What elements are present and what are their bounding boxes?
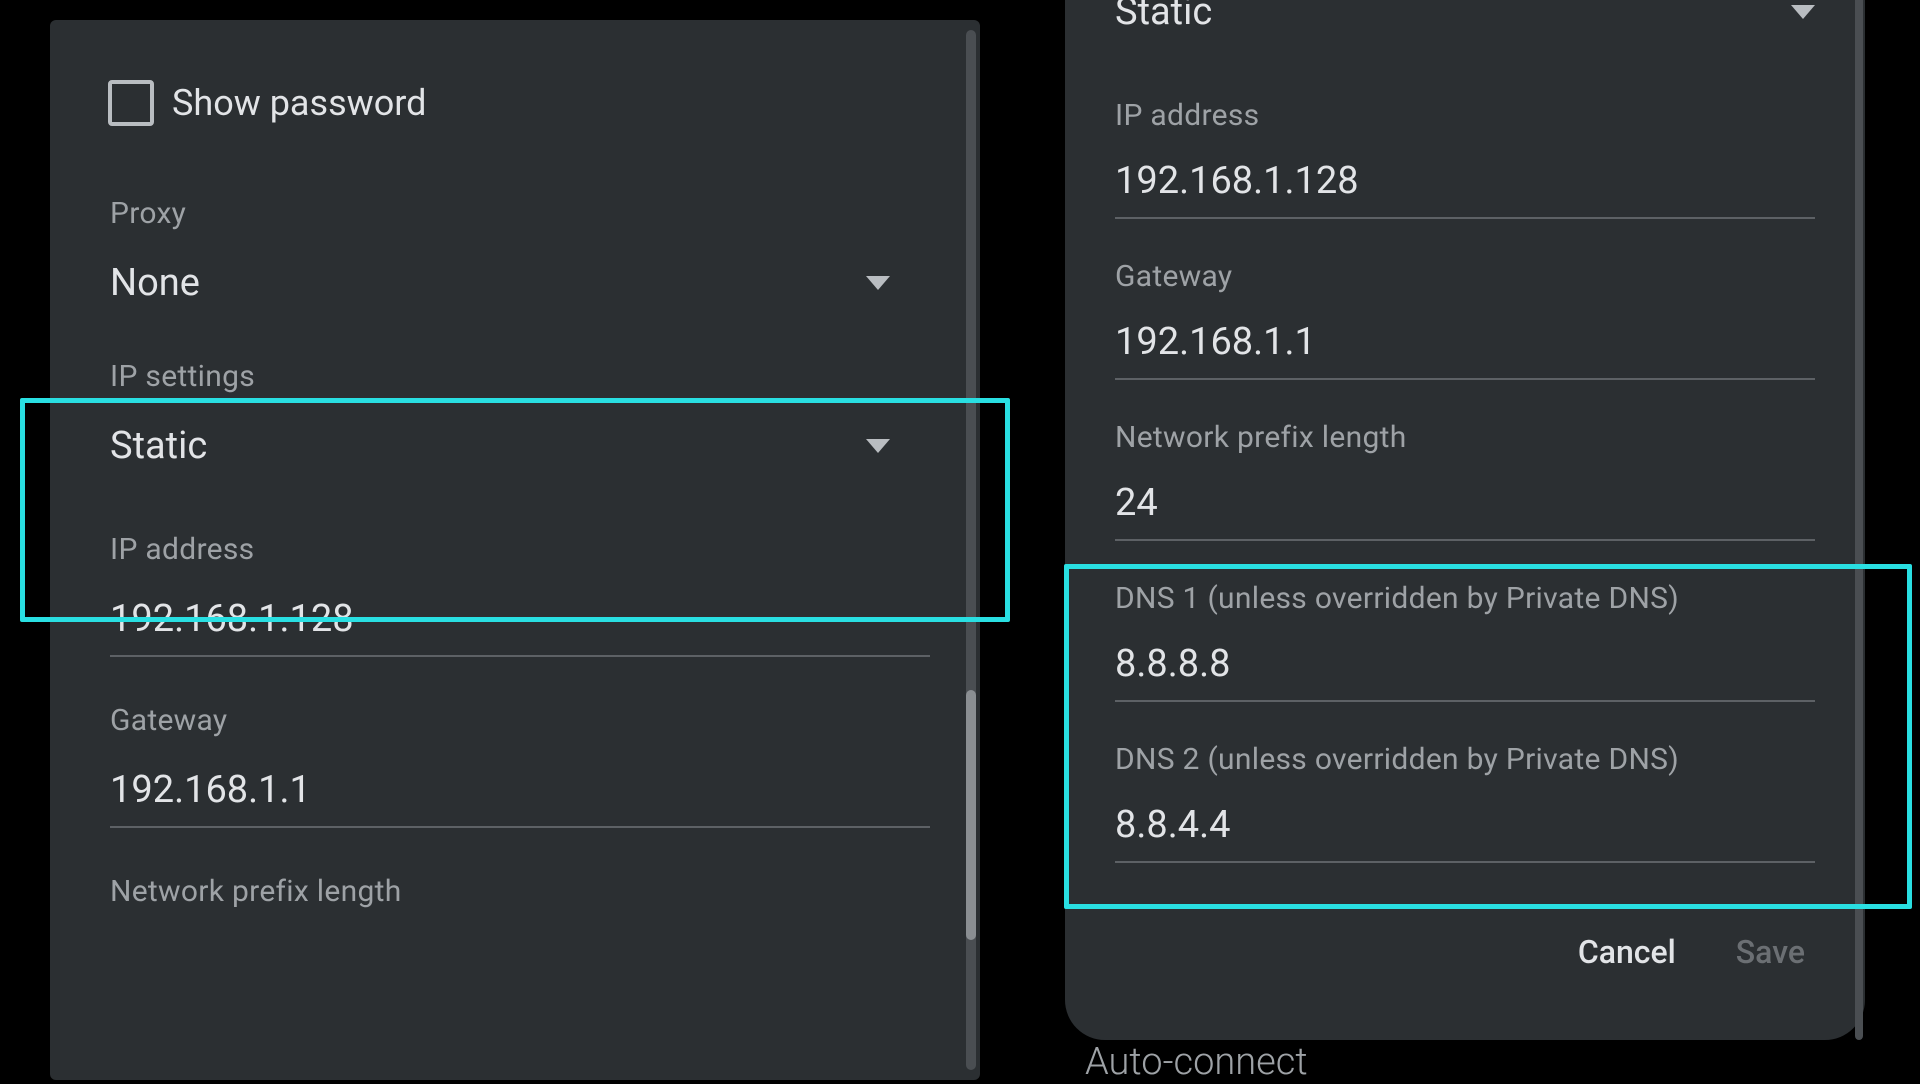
ip-settings-dropdown[interactable]: Static bbox=[110, 424, 890, 476]
prefix-field-right: Network prefix length bbox=[1115, 420, 1815, 541]
gateway-label-right: Gateway bbox=[1115, 259, 1815, 294]
dns2-input[interactable] bbox=[1115, 803, 1815, 863]
scrollbar-right[interactable] bbox=[1855, 0, 1863, 1040]
prefix-field: Network prefix length bbox=[110, 874, 920, 909]
ip-settings-field: IP settings Static bbox=[110, 359, 920, 476]
wifi-settings-card-left: Show password Proxy None IP settings Sta… bbox=[50, 20, 980, 1080]
prefix-label-right: Network prefix length bbox=[1115, 420, 1815, 455]
ip-address-input[interactable] bbox=[110, 597, 930, 657]
gateway-field: Gateway bbox=[110, 703, 920, 828]
proxy-field: Proxy None bbox=[110, 196, 920, 313]
ip-settings-dropdown-right[interactable]: Static bbox=[1115, 0, 1815, 42]
gateway-input-right[interactable] bbox=[1115, 320, 1815, 380]
proxy-value: None bbox=[110, 261, 200, 305]
cancel-button[interactable]: Cancel bbox=[1578, 933, 1676, 971]
dns2-field: DNS 2 (unless overridden by Private DNS) bbox=[1115, 742, 1815, 863]
wifi-settings-card-right: Static IP address Gateway Network prefix… bbox=[1065, 0, 1865, 1040]
gateway-label: Gateway bbox=[110, 703, 920, 738]
scrollbar[interactable] bbox=[966, 20, 976, 1080]
ip-settings-label: IP settings bbox=[110, 359, 920, 394]
scrollbar-thumb[interactable] bbox=[966, 690, 976, 940]
ip-address-input-right[interactable] bbox=[1115, 159, 1815, 219]
ip-settings-value: Static bbox=[110, 424, 207, 468]
show-password-checkbox[interactable] bbox=[108, 80, 154, 126]
chevron-down-icon bbox=[1791, 5, 1815, 19]
prefix-label: Network prefix length bbox=[110, 874, 920, 909]
gateway-field-right: Gateway bbox=[1115, 259, 1815, 380]
show-password-row[interactable]: Show password bbox=[108, 80, 920, 126]
dns1-label: DNS 1 (unless overridden by Private DNS) bbox=[1115, 581, 1815, 616]
dialog-buttons: Cancel Save bbox=[1115, 933, 1815, 971]
save-button[interactable]: Save bbox=[1736, 933, 1805, 971]
gateway-input[interactable] bbox=[110, 768, 930, 828]
ip-settings-value-right: Static bbox=[1115, 0, 1212, 34]
ip-address-label-right: IP address bbox=[1115, 98, 1815, 133]
ip-address-field: IP address bbox=[110, 532, 920, 657]
show-password-label: Show password bbox=[172, 82, 426, 124]
auto-connect-label: Auto-connect bbox=[1085, 1040, 1308, 1084]
dns1-field: DNS 1 (unless overridden by Private DNS) bbox=[1115, 581, 1815, 702]
proxy-label: Proxy bbox=[110, 196, 920, 231]
chevron-down-icon bbox=[866, 276, 890, 290]
dns1-input[interactable] bbox=[1115, 642, 1815, 702]
chevron-down-icon bbox=[866, 439, 890, 453]
ip-address-field-right: IP address bbox=[1115, 98, 1815, 219]
prefix-input-right[interactable] bbox=[1115, 481, 1815, 541]
ip-address-label: IP address bbox=[110, 532, 920, 567]
proxy-dropdown[interactable]: None bbox=[110, 261, 890, 313]
dns2-label: DNS 2 (unless overridden by Private DNS) bbox=[1115, 742, 1815, 777]
